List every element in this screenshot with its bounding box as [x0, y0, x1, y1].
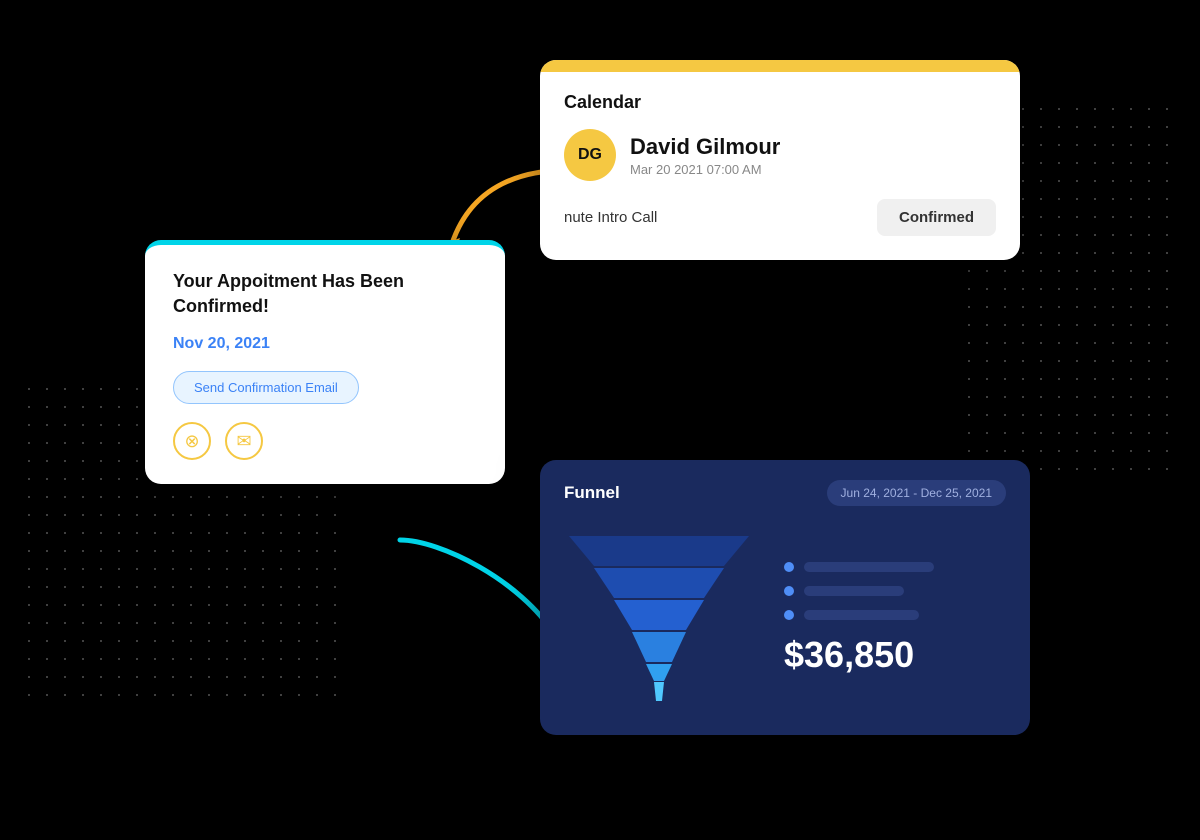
- appointment-date: Nov 20, 2021: [173, 335, 477, 353]
- legend-bar-2: [804, 586, 904, 596]
- calendar-user-row: DG David Gilmour Mar 20 2021 07:00 AM: [564, 129, 996, 181]
- confirmed-badge: Confirmed: [877, 199, 996, 236]
- appointment-card: Your Appoitment Has Been Confirmed! Nov …: [145, 240, 505, 484]
- avatar: DG: [564, 129, 616, 181]
- legend-bar-1: [804, 562, 934, 572]
- funnel-header-row: Funnel Jun 24, 2021 - Dec 25, 2021: [564, 480, 1006, 506]
- user-date: Mar 20 2021 07:00 AM: [630, 162, 780, 177]
- funnel-title: Funnel: [564, 483, 620, 503]
- appointment-icons: ⊗ ✉: [173, 422, 477, 460]
- funnel-right: $36,850: [784, 562, 1006, 676]
- legend-item-3: [784, 610, 1006, 620]
- funnel-amount: $36,850: [784, 634, 1006, 676]
- calendar-event-row: nute Intro Call Confirmed: [564, 199, 996, 236]
- legend-dot-3: [784, 610, 794, 620]
- event-name: nute Intro Call: [564, 209, 657, 226]
- appointment-title: Your Appoitment Has Been Confirmed!: [173, 269, 477, 319]
- calendar-card: Calendar DG David Gilmour Mar 20 2021 07…: [540, 60, 1020, 260]
- legend-item-1: [784, 562, 1006, 572]
- send-confirmation-button[interactable]: Send Confirmation Email: [173, 371, 359, 404]
- legend-bar-3: [804, 610, 919, 620]
- calendar-title: Calendar: [564, 92, 996, 113]
- legend-dot-1: [784, 562, 794, 572]
- legend-dot-2: [784, 586, 794, 596]
- funnel-content: $36,850: [564, 526, 1006, 711]
- user-name: David Gilmour: [630, 134, 780, 160]
- email-icon: ✉: [225, 422, 263, 460]
- legend-item-2: [784, 586, 1006, 596]
- calendar-card-header: [540, 60, 1020, 72]
- funnel-card: Funnel Jun 24, 2021 - Dec 25, 2021: [540, 460, 1030, 735]
- chat-icon: ⊗: [173, 422, 211, 460]
- funnel-date-badge: Jun 24, 2021 - Dec 25, 2021: [827, 480, 1006, 506]
- funnel-chart: [564, 526, 754, 711]
